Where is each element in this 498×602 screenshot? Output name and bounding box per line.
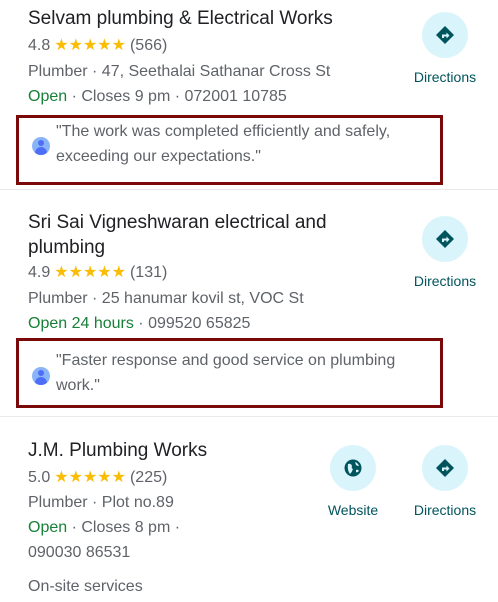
- directions-label: Directions: [413, 502, 477, 518]
- phone-number[interactable]: 090030 86531: [28, 542, 130, 564]
- website-button[interactable]: Website: [308, 445, 398, 519]
- hours-phone: · 099520 65825: [133, 315, 251, 332]
- service-option: On-site services: [28, 578, 143, 595]
- hours-row: Open · Closes 8 pm ·: [28, 517, 180, 539]
- star-rating-icon: ★★★★★: [54, 264, 126, 281]
- listing-card[interactable]: Selvam plumbing & Electrical Works 4.8 ★★…: [0, 0, 498, 190]
- user-avatar-icon: [32, 137, 50, 155]
- review-count[interactable]: (225): [130, 469, 167, 486]
- directions-label: Directions: [413, 273, 477, 289]
- globe-icon: [330, 445, 376, 491]
- rating-value: 4.8: [28, 37, 51, 54]
- review-count[interactable]: (566): [130, 37, 167, 54]
- rating-value: 4.9: [28, 264, 51, 281]
- review-snippet[interactable]: "The work was completed efficiently and …: [16, 115, 443, 185]
- hours-phone-row: Open · Closes 9 pm · 072001 10785: [28, 86, 287, 108]
- review-text: "Faster response and good service on plu…: [56, 352, 396, 394]
- open-status: Open 24 hours: [28, 315, 134, 332]
- directions-label: Directions: [413, 69, 477, 85]
- category-address: Plumber · 47, Seethalai Sathanar Cross S…: [28, 63, 331, 80]
- website-label: Website: [327, 502, 379, 518]
- hours-text: · Closes 8 pm ·: [67, 519, 181, 536]
- business-name[interactable]: J.M. Plumbing Works: [28, 438, 207, 463]
- star-rating-icon: ★★★★★: [54, 37, 126, 54]
- hours-phone: · Closes 9 pm · 072001 10785: [67, 88, 287, 105]
- category-address: Plumber · Plot no.89: [28, 494, 174, 511]
- review-snippet[interactable]: "Faster response and good service on plu…: [16, 338, 443, 408]
- business-name[interactable]: Selvam plumbing & Electrical Works: [28, 6, 333, 31]
- directions-button[interactable]: Directions: [400, 216, 490, 290]
- business-name[interactable]: Sri Sai Vigneshwaran electrical and plum…: [28, 210, 378, 260]
- rating-row: 4.8 ★★★★★ (566): [28, 35, 167, 57]
- directions-icon: [422, 12, 468, 58]
- review-count[interactable]: (131): [130, 264, 167, 281]
- open-status: Open: [28, 519, 68, 536]
- review-text: "The work was completed efficiently and …: [56, 123, 391, 165]
- rating-row: 4.9 ★★★★★ (131): [28, 262, 167, 284]
- user-avatar-icon: [32, 367, 50, 385]
- directions-button[interactable]: Directions: [400, 445, 490, 519]
- directions-icon: [422, 445, 468, 491]
- open-status: Open: [28, 88, 68, 105]
- category-address: Plumber · 25 hanumar kovil st, VOC St: [28, 290, 304, 307]
- rating-row: 5.0 ★★★★★ (225): [28, 467, 167, 489]
- directions-button[interactable]: Directions: [400, 12, 490, 86]
- listing-card[interactable]: Sri Sai Vigneshwaran electrical and plum…: [0, 190, 498, 416]
- star-rating-icon: ★★★★★: [54, 469, 126, 486]
- listing-card[interactable]: J.M. Plumbing Works 5.0 ★★★★★ (225) Plumbe…: [0, 417, 498, 602]
- directions-icon: [422, 216, 468, 262]
- rating-value: 5.0: [28, 469, 51, 486]
- hours-phone-row: Open 24 hours · 099520 65825: [28, 313, 250, 335]
